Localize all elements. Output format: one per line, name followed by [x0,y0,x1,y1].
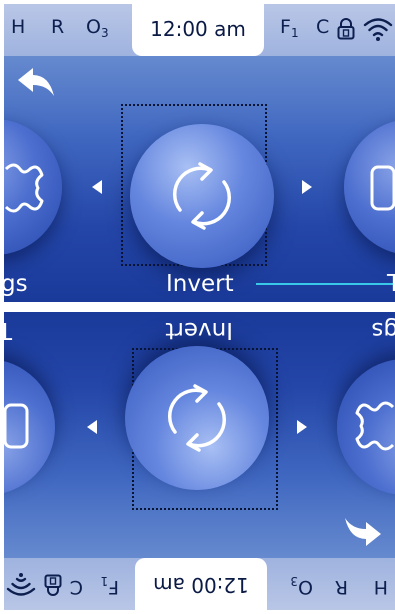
previous-arrow-icon[interactable] [92,180,102,194]
wifi-icon [6,573,36,596]
ozone-label: O [298,576,313,598]
ozone-indicator: O3 [290,569,313,599]
previous-arrow-icon[interactable] [297,420,307,434]
next-arrow-icon[interactable] [302,180,312,194]
screen-normal: H R O3 12:00 am F1 C gs Invert T [4,4,395,302]
heater-indicator: H [11,16,26,38]
filter-indicator: F1 [100,569,119,599]
next-item-button[interactable] [4,359,55,495]
next-arrow-icon[interactable] [87,420,97,434]
filter-subscript: 1 [100,574,109,588]
label-next: T [4,316,12,344]
wifi-icon [363,18,393,41]
clock-time: 12:00 am [153,573,249,597]
clock-time: 12:00 am [150,17,246,41]
heater-indicator: H [373,576,388,598]
label-settings: ings [371,317,395,343]
c-indicator: C [316,16,330,38]
status-bar: H R O3 12:00 am F1 C [4,4,395,56]
invert-rotate-icon [172,162,232,230]
invert-button[interactable] [130,124,274,268]
r-indicator: R [51,16,65,38]
tile-icon [370,165,395,211]
ozone-indicator: O3 [86,15,109,45]
ozone-label: O [86,16,101,38]
lock-icon [337,18,355,40]
label-invert: Invert [165,317,233,343]
filter-subscript: 1 [290,26,299,40]
next-item-button[interactable] [344,119,395,255]
ozone-subscript: 3 [290,574,299,588]
filter-label: F [108,576,119,598]
label-underline [256,283,395,285]
settings-gear-icon [355,401,395,451]
label-next: T [387,271,395,297]
invert-rotate-icon [167,384,227,452]
filter-label: F [280,16,291,38]
filter-indicator: F1 [280,15,299,45]
clock[interactable]: 12:00 am [132,4,264,56]
settings-gear-icon [4,163,44,213]
label-settings: ings [4,271,28,297]
ozone-subscript: 3 [100,26,109,40]
c-indicator: C [69,576,83,598]
invert-button[interactable] [125,346,269,490]
lock-icon [44,574,62,596]
label-invert: Invert [166,271,234,297]
back-arrow-icon[interactable] [343,514,383,548]
status-bar: H R O3 12:00 am F1 C [4,558,395,610]
clock[interactable]: 12:00 am [135,558,267,610]
tile-icon [4,403,29,449]
r-indicator: R [334,576,348,598]
settings-button[interactable] [337,359,395,495]
screen-inverted: H R O3 12:00 am F1 C s Invert [4,312,395,610]
back-arrow-icon[interactable] [16,66,56,100]
settings-button[interactable] [4,119,62,255]
